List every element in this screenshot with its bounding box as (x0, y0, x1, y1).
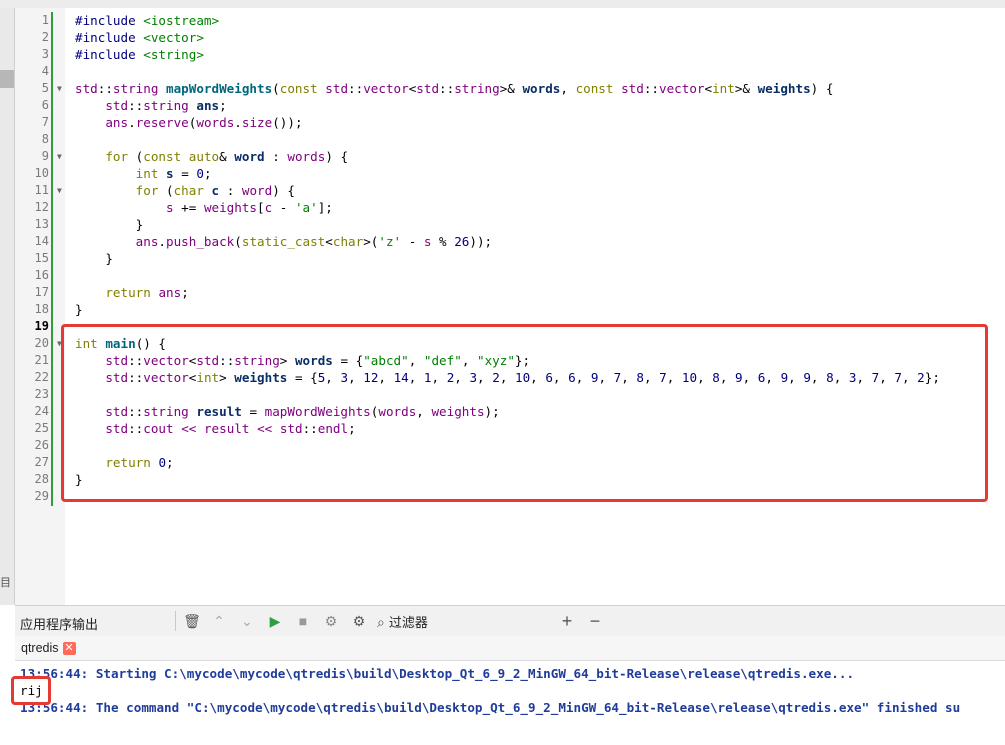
code-editor[interactable]: 1 #include <iostream> 2 #include <vector> 3 #… (15, 8, 1005, 605)
output-line: 13:56:44: The command "C:\mycode\mycode\… (20, 700, 961, 715)
clear-output-icon[interactable]: 🗑 (182, 611, 202, 631)
filter-label: 过滤器 (388, 615, 428, 630)
line-number: 18 (34, 302, 49, 316)
code-text: for (const auto& word : words) { (105, 149, 349, 164)
code-line: 15 } (15, 250, 1005, 267)
highlight-box-main (61, 324, 988, 502)
line-number: 6 (41, 98, 49, 112)
code-text: return ans; (105, 285, 189, 300)
sidebar-glyph: 目 (0, 577, 11, 589)
search-icon: ⌕ (377, 614, 385, 630)
line-number: 24 (34, 404, 49, 418)
application-output[interactable]: 13:56:44: Starting C:\mycode\mycode\qtre… (15, 661, 1005, 745)
code-text: #include <string> (75, 47, 204, 62)
fold-toggle-icon[interactable]: ▼ (57, 80, 62, 97)
code-line: 2 #include <vector> (15, 29, 1005, 46)
code-line: 4 (15, 63, 1005, 80)
line-number: 17 (34, 285, 49, 299)
code-text: #include <vector> (75, 30, 204, 45)
stop-icon[interactable]: ■ (293, 611, 313, 631)
code-text: int s = 0; (135, 166, 212, 181)
code-text: #include <iostream> (75, 13, 220, 28)
fold-toggle-icon[interactable]: ▼ (57, 148, 62, 165)
code-line: 6 std::string ans; (15, 97, 1005, 114)
line-number: 4 (41, 64, 49, 78)
code-text: ans.push_back(static_cast<char>('z' - s … (135, 234, 493, 249)
code-line: 3 #include <string> (15, 46, 1005, 63)
code-line: 17 return ans; (15, 284, 1005, 301)
previous-item-icon[interactable]: ⌃ (209, 611, 229, 631)
line-number: 29 (34, 489, 49, 503)
line-number: 20 (34, 336, 49, 350)
code-line: 10 int s = 0; (15, 165, 1005, 182)
output-tab-row: qtredis ✕ (15, 636, 1005, 661)
remove-icon[interactable]: − (585, 611, 605, 631)
code-line: 7 ans.reserve(words.size()); (15, 114, 1005, 131)
line-number: 1 (41, 13, 49, 27)
line-number: 8 (41, 132, 49, 146)
line-number: 25 (34, 421, 49, 435)
code-line: 11 ▼ for (char c : word) { (15, 182, 1005, 199)
line-number: 28 (34, 472, 49, 486)
line-number: 2 (41, 30, 49, 44)
code-line: 14 ans.push_back(static_cast<char>('z' -… (15, 233, 1005, 250)
code-text: } (75, 302, 83, 317)
code-line: 1 #include <iostream> (15, 12, 1005, 29)
toolbar-separator (175, 611, 176, 631)
close-icon[interactable]: ✕ (62, 642, 76, 656)
line-number: 12 (34, 200, 49, 214)
code-text: ans.reserve(words.size()); (105, 115, 303, 130)
next-item-icon[interactable]: ⌄ (237, 611, 257, 631)
sidebar-selected-item[interactable] (0, 70, 14, 88)
fold-toggle-icon[interactable]: ▼ (57, 182, 62, 199)
line-number: 16 (34, 268, 49, 282)
line-number: 10 (34, 166, 49, 180)
code-line: 12 s += weights[c - 'a']; (15, 199, 1005, 216)
code-text: } (75, 251, 113, 266)
run-icon[interactable]: ▶ (265, 611, 285, 631)
line-number: 26 (34, 438, 49, 452)
line-number: 19 (34, 319, 49, 333)
code-text: for (char c : word) { (135, 183, 295, 198)
line-number: 5 (41, 81, 49, 95)
line-number: 14 (34, 234, 49, 248)
code-line: 18} (15, 301, 1005, 318)
line-number: 13 (34, 217, 49, 231)
output-line: 13:56:44: Starting C:\mycode\mycode\qtre… (20, 666, 855, 681)
line-number: 21 (34, 353, 49, 367)
code-text: s += weights[c - 'a']; (166, 200, 333, 215)
filter-field[interactable]: ⌕ 过滤器 (377, 612, 428, 630)
left-sidebar: 目 (0, 8, 15, 605)
line-number: 3 (41, 47, 49, 61)
code-line: 9 ▼ for (const auto& word : words) { (15, 148, 1005, 165)
code-text: std::string mapWordWeights(const std::ve… (75, 81, 834, 96)
line-number: 11 (34, 183, 49, 197)
code-line: 16 (15, 267, 1005, 284)
output-pane-toolbar: 应用程序输出 🗑 ⌃ ⌄ ▶ ■ ⚙ ⚙ ⌕ 过滤器 + − (15, 605, 1005, 637)
code-line: 8 (15, 131, 1005, 148)
code-text: } (75, 217, 144, 232)
output-tab-label: qtredis (21, 641, 59, 655)
attach-debugger-icon[interactable]: ⚙ (321, 611, 341, 631)
code-line: 5 ▼ std::string mapWordWeights(const std::… (15, 80, 1005, 97)
code-line: 13 } (15, 216, 1005, 233)
line-number: 15 (34, 251, 49, 265)
line-number: 27 (34, 455, 49, 469)
line-number: 22 (34, 370, 49, 384)
line-number: 7 (41, 115, 49, 129)
output-tab-qtredis[interactable]: qtredis ✕ (21, 639, 76, 657)
line-number: 23 (34, 387, 49, 401)
output-pane-title: 应用程序输出 (20, 617, 99, 632)
add-icon[interactable]: + (557, 611, 577, 631)
settings-gear-icon[interactable]: ⚙ (349, 611, 369, 631)
highlight-box-output (11, 676, 51, 705)
code-text: std::string ans; (105, 98, 227, 113)
line-number: 9 (41, 149, 49, 163)
